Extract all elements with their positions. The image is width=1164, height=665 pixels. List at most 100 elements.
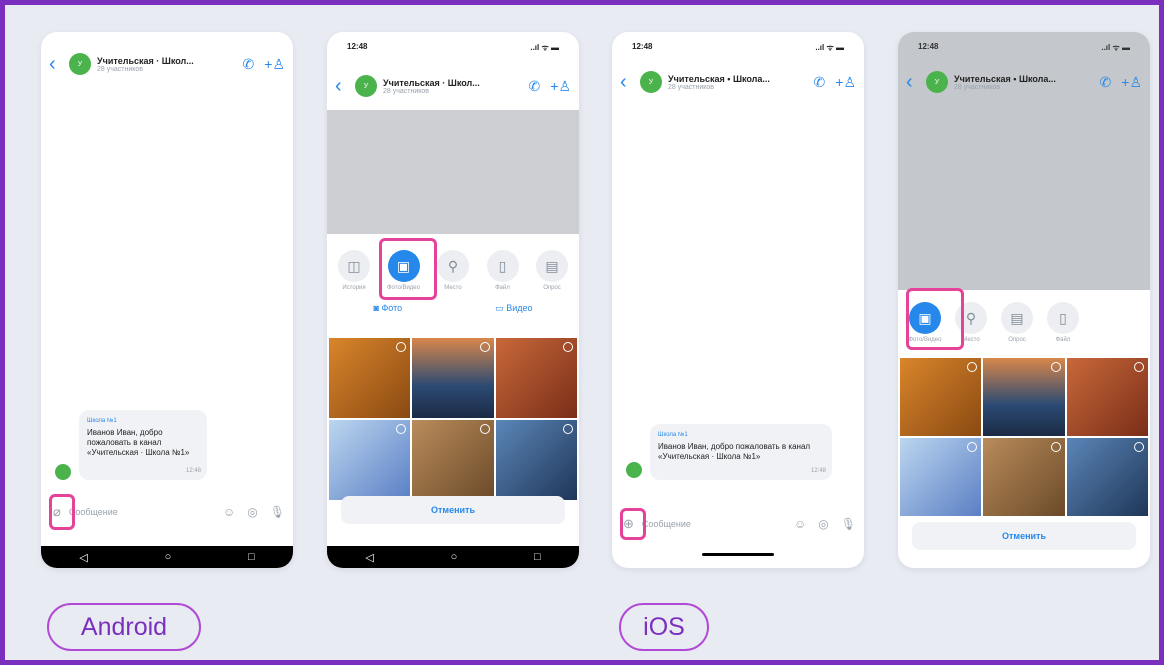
add-user-icon[interactable]: +♙ xyxy=(264,56,285,73)
chat-header: ‹ У Учительская • Школа... 28 участников… xyxy=(612,62,864,102)
camera-row: ◙ Фото ▭ Видео xyxy=(327,303,579,314)
photo-thumb[interactable] xyxy=(983,438,1065,516)
cancel-button[interactable]: Отменить xyxy=(341,496,565,524)
ios-label: iOS xyxy=(619,603,709,651)
android-nav-bar: ◁ ○ □ xyxy=(327,546,579,568)
status-time: 12:48 xyxy=(347,42,368,51)
back-icon[interactable]: ‹ xyxy=(49,53,65,76)
photo-thumb[interactable] xyxy=(412,420,494,500)
message-bubble: Школа №1 Иванов Иван, добро пожаловать в… xyxy=(650,424,832,480)
sticker-icon[interactable]: ◎ xyxy=(247,505,257,519)
chat-subtitle: 28 участников xyxy=(668,83,715,91)
status-bar: 12:48 ..ıl ᯤ ▬ xyxy=(612,42,864,56)
select-icon[interactable] xyxy=(479,424,490,434)
chat-dimmed-area xyxy=(327,110,579,234)
photo-thumb[interactable] xyxy=(1066,438,1148,516)
microphone-icon[interactable]: 🎙 xyxy=(841,517,856,531)
chat-subtitle: 28 участников xyxy=(97,65,144,73)
photo-thumb[interactable] xyxy=(983,358,1065,436)
photo-thumb[interactable] xyxy=(900,358,982,436)
chat-title: Учительская • Школа... xyxy=(954,73,1056,84)
tab-file[interactable]: ▯ Файл xyxy=(1042,302,1084,343)
photo-thumb[interactable] xyxy=(900,438,982,516)
microphone-icon[interactable]: 🎙 xyxy=(270,505,285,519)
cancel-button[interactable]: Отменить xyxy=(912,522,1136,550)
attach-tabs: ◫ История ▣ Фото/Видео ⚲ Место ▯ Файл ▤ Опрос xyxy=(327,234,579,291)
select-icon[interactable] xyxy=(1134,442,1144,452)
message-avatar xyxy=(55,464,71,480)
message-sender: Школа №1 xyxy=(87,418,117,424)
chat-subtitle: 28 участников xyxy=(954,83,1001,91)
phone-icon[interactable]: ✆ xyxy=(814,74,826,91)
frame: ‹ У Учительская · Школ... 28 участников … xyxy=(0,0,1164,665)
message-time: 12:48 xyxy=(810,468,826,474)
message-input-bar: ⊕ Сообщение ☺ ◎ 🎙 xyxy=(612,506,864,542)
photo-grid xyxy=(900,358,1148,516)
message-input[interactable]: Сообщение xyxy=(642,519,782,529)
nav-recents-icon[interactable]: □ xyxy=(248,551,255,563)
add-user-icon[interactable]: +♙ xyxy=(550,78,571,95)
chat-title: Учительская • Школа... xyxy=(668,73,770,84)
photo-thumb[interactable] xyxy=(495,338,577,418)
chat-subtitle: 28 участников xyxy=(383,87,430,95)
emoji-icon[interactable]: ☺ xyxy=(223,505,235,519)
phone-icon[interactable]: ✆ xyxy=(243,56,255,73)
emoji-icon[interactable]: ☺ xyxy=(794,517,806,531)
attach-sheet: ◫ История ▣ Фото/Видео ⚲ Место ▯ Файл ▤ Опрос… xyxy=(327,234,579,546)
poll-icon: ▤ xyxy=(536,250,568,282)
ios-attach-screen: 12:48 ..ıl ᯤ ▬ ‹ У Учительская • Школа..… xyxy=(898,32,1150,568)
select-icon[interactable] xyxy=(967,362,978,372)
photo-thumb[interactable] xyxy=(1066,358,1148,436)
sticker-icon[interactable]: ◎ xyxy=(818,517,828,531)
add-user-icon[interactable]: +♙ xyxy=(835,74,856,91)
select-icon[interactable] xyxy=(1050,362,1061,372)
select-icon[interactable] xyxy=(1134,362,1144,372)
chat-title: Учительская · Школ... xyxy=(97,55,194,66)
back-icon[interactable]: ‹ xyxy=(335,75,351,98)
video-button[interactable]: ▭ Видео xyxy=(495,303,532,314)
message-time: 12:48 xyxy=(185,468,201,474)
nav-home-icon[interactable]: ○ xyxy=(165,551,172,563)
select-icon[interactable] xyxy=(396,342,407,352)
message-text: Иванов Иван, добро пожаловать в канал «У… xyxy=(87,428,190,457)
avatar[interactable]: У xyxy=(355,75,377,97)
tab-place[interactable]: ⚲ Место xyxy=(432,250,474,291)
android-attach-screen: 12:48 ..ıl ᯤ ▬ ‹ У Учительская · Школ...… xyxy=(327,32,579,568)
message-sender: Школа №1 xyxy=(658,432,688,438)
select-icon[interactable] xyxy=(563,342,573,352)
avatar[interactable]: У xyxy=(926,71,948,93)
back-icon[interactable]: ‹ xyxy=(620,71,636,94)
phone-icon[interactable]: ✆ xyxy=(1100,74,1112,91)
avatar[interactable]: У xyxy=(640,71,662,93)
back-icon[interactable]: ‹ xyxy=(906,71,922,94)
photo-thumb[interactable] xyxy=(495,420,577,500)
avatar[interactable]: У xyxy=(69,53,91,75)
nav-back-icon[interactable]: ◁ xyxy=(79,551,87,564)
tab-poll[interactable]: ▤ Опрос xyxy=(996,302,1038,343)
nav-back-icon[interactable]: ◁ xyxy=(365,551,373,564)
story-icon: ◫ xyxy=(338,250,370,282)
chat-header: ‹ У Учительская · Школ... 28 участников … xyxy=(327,66,579,106)
chat-header: ‹ У Учительская · Школ... 28 участников … xyxy=(41,44,293,84)
add-user-icon[interactable]: +♙ xyxy=(1121,74,1142,91)
photo-thumb[interactable] xyxy=(329,338,411,418)
photo-thumb[interactable] xyxy=(329,420,411,500)
select-icon[interactable] xyxy=(479,342,490,352)
phone-icon[interactable]: ✆ xyxy=(529,78,541,95)
message-input[interactable]: Сообщение xyxy=(69,507,211,517)
file-icon: ▯ xyxy=(1047,302,1079,334)
photo-thumb[interactable] xyxy=(412,338,494,418)
tab-poll[interactable]: ▤ Опрос xyxy=(531,250,573,291)
android-chat-screen: ‹ У Учительская · Школ... 28 участников … xyxy=(41,32,293,568)
select-icon[interactable] xyxy=(563,424,573,434)
message-text: Иванов Иван, добро пожаловать в канал «У… xyxy=(658,442,811,461)
nav-home-icon[interactable]: ○ xyxy=(451,551,458,563)
message-input-bar: ⌀ Сообщение ☺ ◎ 🎙 xyxy=(41,494,293,530)
photo-button[interactable]: ◙ Фото xyxy=(374,303,403,314)
select-icon[interactable] xyxy=(967,442,978,452)
tab-story[interactable]: ◫ История xyxy=(333,250,375,291)
tab-file[interactable]: ▯ Файл xyxy=(482,250,524,291)
select-icon[interactable] xyxy=(396,424,407,434)
select-icon[interactable] xyxy=(1050,442,1061,452)
nav-recents-icon[interactable]: □ xyxy=(534,551,541,563)
